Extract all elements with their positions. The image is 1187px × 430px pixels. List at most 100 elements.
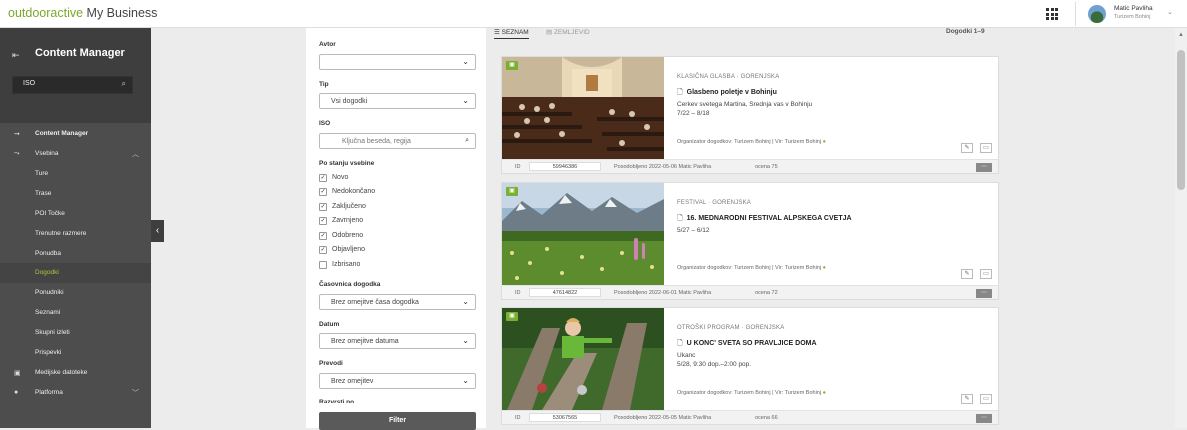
casovnica-value: Brez omejitve časa dogodka bbox=[331, 298, 419, 306]
tab-map[interactable]: ▤ ZEMLJEVID bbox=[546, 28, 590, 36]
organizer-text: Organizator dogodkov: Turizem Bohinj | V… bbox=[677, 390, 822, 396]
edit-button[interactable]: ✎ bbox=[961, 143, 973, 153]
sidebar-item-medijske-datoteke[interactable]: ▣ Medijske datoteke bbox=[0, 363, 151, 383]
status-checkbox-objavljeno[interactable]: ✓ Objavljeno bbox=[319, 245, 476, 257]
iso-search-input[interactable]: Ključna beseda, regija ⌕ bbox=[319, 133, 476, 149]
checkbox[interactable]: ✓ bbox=[319, 174, 327, 182]
event-updated: Posodobljeno 2022-05-05 Matic Pavliha bbox=[614, 415, 712, 421]
sidebar-item-ponudba[interactable]: Ponudba bbox=[0, 244, 151, 264]
status-checkbox-odobreno[interactable]: ✓ Odobreno bbox=[319, 231, 476, 243]
user-name[interactable]: Matic Pavliha bbox=[1114, 5, 1153, 12]
sidebar-item-label: Prispevki bbox=[35, 349, 62, 356]
chevron-down-icon: ⌄ bbox=[462, 96, 469, 105]
checkbox[interactable]: ✓ bbox=[319, 217, 327, 225]
event-id[interactable]: 47614822 bbox=[529, 288, 601, 297]
sidebar-item-skupni-izleti[interactable]: Skupni izleti bbox=[0, 323, 151, 343]
checkbox[interactable]: ✓ bbox=[319, 203, 327, 211]
edit-icon: ✎ bbox=[964, 145, 970, 151]
event-location: Cerkev svetega Martina, Srednja vas v Bo… bbox=[677, 101, 813, 108]
status-dot-icon: ● bbox=[822, 265, 826, 271]
sidebar-search-input[interactable]: ISO ⌕ bbox=[12, 76, 133, 94]
event-meta-footer: ID 59946386 Posodobljeno 2022-05-06 Mati… bbox=[502, 159, 998, 173]
sidebar-item-content-manager[interactable]: ➞ Content Manager bbox=[0, 124, 151, 144]
sidebar-item-ture[interactable]: Ture bbox=[0, 164, 151, 184]
checkbox[interactable] bbox=[319, 261, 327, 269]
apps-grid-icon[interactable] bbox=[1046, 8, 1058, 20]
event-photo-child-on-sculpture[interactable]: ▣ bbox=[502, 308, 664, 410]
casovnica-select[interactable]: Brez omejitve časa dogodka ⌄ bbox=[319, 294, 476, 310]
comment-button[interactable]: ▭ bbox=[980, 269, 992, 279]
edit-button[interactable]: ✎ bbox=[961, 269, 973, 279]
sidebar-item-trenutne-razmere[interactable]: Trenutne razmere bbox=[0, 224, 151, 244]
scrollbar-thumb[interactable] bbox=[1177, 50, 1185, 190]
event-title[interactable]: 🗋 16. MEDNARODNI FESTIVAL ALPSKEGA CVETJA bbox=[677, 214, 852, 225]
sidebar-item-prispevki[interactable]: Prispevki bbox=[0, 343, 151, 363]
prevodi-label: Prevodi bbox=[319, 360, 343, 367]
status-checkbox-zavrnjeno[interactable]: ✓ Zavrnjeno bbox=[319, 216, 476, 228]
sidebar-header: ⇤ Content Manager ISO ⌕ bbox=[0, 28, 151, 123]
divider bbox=[1075, 2, 1076, 26]
event-photo-alpine-flowers[interactable]: ▣ bbox=[502, 183, 664, 285]
lock-icon: 🗋 bbox=[677, 340, 683, 347]
event-card[interactable]: ▣ KLASIČNA GLASBA · GORENJSKA 🗋 Glasbeno … bbox=[501, 56, 999, 174]
status-checkbox-novo[interactable]: ✓ Novo bbox=[319, 173, 476, 185]
chevron-down-icon[interactable]: ⌄ bbox=[1167, 8, 1173, 16]
comment-button[interactable]: ▭ bbox=[980, 143, 992, 153]
sidebar-item-dogodki[interactable]: Dogodki bbox=[0, 263, 151, 283]
avtor-select[interactable]: ⌄ bbox=[319, 54, 476, 70]
prevodi-select[interactable]: Brez omejitev ⌄ bbox=[319, 373, 476, 389]
event-id[interactable]: 53067565 bbox=[529, 413, 601, 422]
checkbox[interactable]: ✓ bbox=[319, 188, 327, 196]
checkbox[interactable]: ✓ bbox=[319, 246, 327, 254]
event-updated: Posodobljeno 2022-06-01 Matic Pavliha bbox=[614, 290, 712, 296]
sidebar-item-label: Trase bbox=[35, 190, 52, 197]
event-photo-concert[interactable]: ▣ bbox=[502, 57, 664, 159]
status-dot-icon: ● bbox=[822, 139, 826, 145]
event-type-icon: ▣ bbox=[506, 61, 518, 70]
event-id[interactable]: 59946386 bbox=[529, 162, 601, 171]
chevron-down-icon: ⌄ bbox=[462, 57, 469, 66]
event-type-icon: ▣ bbox=[506, 187, 518, 196]
event-title[interactable]: 🗋 Glasbeno poletje v Bohinju bbox=[677, 88, 777, 99]
sidebar-item-ponudniki[interactable]: Ponudniki bbox=[0, 283, 151, 303]
sidebar-item-platforma[interactable]: ● Platforma ﹀ bbox=[0, 383, 151, 403]
route-icon: ⤳ bbox=[14, 150, 20, 157]
sidebar-collapse-toggle[interactable]: ‹ bbox=[151, 220, 164, 242]
brand-logo[interactable]: outdooractive My Business bbox=[8, 6, 157, 20]
sidebar-item-trase[interactable]: Trase bbox=[0, 184, 151, 204]
event-card[interactable]: ▣ FESTIVAL · GORENJSKA 🗋 16. MEDNARODNI F… bbox=[501, 182, 999, 300]
lock-icon: 🗋 bbox=[677, 215, 683, 222]
sidebar-item-label: Platforma bbox=[35, 389, 63, 396]
event-title[interactable]: 🗋 U KONC' SVETA SO PRAVLJICE DOMA bbox=[677, 339, 817, 350]
sidebar-item-label: Skupni izleti bbox=[35, 329, 70, 336]
page-scrollbar[interactable]: ▲ bbox=[1175, 28, 1187, 428]
more-options-button[interactable]: ⋯ bbox=[976, 289, 992, 298]
checkbox[interactable]: ✓ bbox=[319, 232, 327, 240]
tab-list[interactable]: ☰ SEZNAM bbox=[494, 28, 529, 39]
chevron-down-icon: ⌄ bbox=[462, 297, 469, 306]
scroll-up-icon[interactable]: ▲ bbox=[1178, 32, 1184, 38]
sidebar-title: Content Manager bbox=[35, 47, 125, 59]
search-icon[interactable]: ⌕ bbox=[122, 79, 126, 89]
more-options-button[interactable]: ⋯ bbox=[976, 163, 992, 172]
edit-button[interactable]: ✎ bbox=[961, 394, 973, 404]
status-checkbox-zakljuceno[interactable]: ✓ Zaključeno bbox=[319, 202, 476, 214]
organizer-text: Organizator dogodkov: Turizem Bohinj | V… bbox=[677, 139, 822, 145]
filter-button[interactable]: Filter bbox=[319, 412, 476, 430]
collapse-menu-icon[interactable]: ⇤ bbox=[12, 50, 20, 61]
avatar[interactable] bbox=[1088, 5, 1106, 23]
status-checkbox-nedokonceno[interactable]: ✓ Nedokončano bbox=[319, 187, 476, 199]
comment-button[interactable]: ▭ bbox=[980, 394, 992, 404]
sidebar-item-label: Content Manager bbox=[35, 130, 89, 137]
comment-icon: ▭ bbox=[983, 145, 989, 151]
event-meta-footer: ID 47614822 Posodobljeno 2022-06-01 Mati… bbox=[502, 285, 998, 299]
datum-select[interactable]: Brez omejitve datuma ⌄ bbox=[319, 333, 476, 349]
sidebar-item-label: Ture bbox=[35, 170, 49, 177]
status-checkbox-izbrisano[interactable]: Izbrisano bbox=[319, 260, 476, 272]
sidebar-item-vsebina[interactable]: ⤳ Vsebina ︿ bbox=[0, 144, 151, 164]
event-card[interactable]: ▣ OTROŠKI PROGRAM · GORENJSKA 🗋 U KONC' S… bbox=[501, 307, 999, 425]
more-options-button[interactable]: ⋯ bbox=[976, 414, 992, 423]
tip-select[interactable]: Vsi dogodki ⌄ bbox=[319, 93, 476, 109]
sidebar-item-seznami[interactable]: Seznami bbox=[0, 303, 151, 323]
sidebar-item-poi[interactable]: POI Točke bbox=[0, 204, 151, 224]
